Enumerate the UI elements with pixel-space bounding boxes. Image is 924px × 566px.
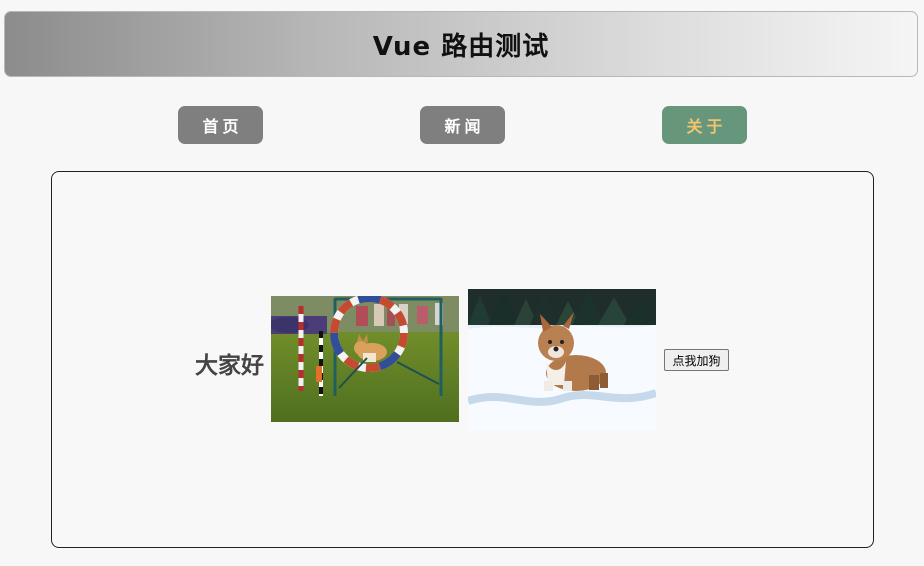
page: Vue 路由测试 首页 新闻 关于 大家好 点我加狗 — [0, 0, 924, 566]
header-bar: Vue 路由测试 — [4, 11, 918, 77]
corgi-agility-image — [271, 296, 459, 422]
top-nav: 首页 新闻 关于 — [0, 106, 924, 144]
greeting-text: 大家好 — [195, 353, 264, 379]
corgi-snow-image — [468, 289, 656, 430]
content-panel — [51, 171, 874, 548]
add-dog-button[interactable]: 点我加狗 — [664, 349, 729, 371]
corgi-snow-illustration — [468, 289, 656, 430]
corgi-agility-illustration — [271, 296, 459, 422]
nav-about-link[interactable]: 关于 — [662, 106, 747, 144]
nav-news-link[interactable]: 新闻 — [420, 106, 505, 144]
page-title: Vue 路由测试 — [372, 31, 550, 62]
nav-home-link[interactable]: 首页 — [178, 106, 263, 144]
